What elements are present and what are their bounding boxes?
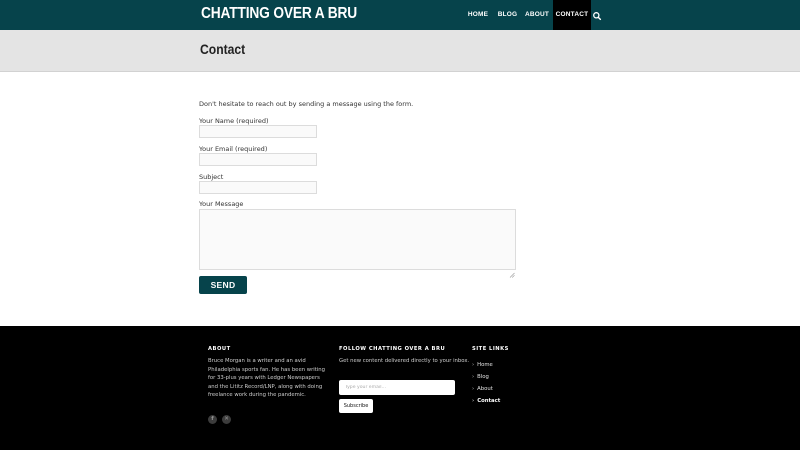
send-button[interactable]: SEND <box>199 276 247 294</box>
x-twitter-icon[interactable]: ✕ <box>222 415 231 424</box>
footer-link-blog[interactable]: › Blog <box>472 374 489 380</box>
email-field[interactable] <box>199 153 317 166</box>
footer-about-heading: ABOUT <box>208 346 231 352</box>
subject-field[interactable] <box>199 181 317 194</box>
footer-link-home[interactable]: › Home <box>472 362 493 368</box>
subscribe-button[interactable]: Subscribe <box>339 399 373 413</box>
chevron-right-icon: › <box>472 362 475 368</box>
message-field[interactable] <box>199 209 516 270</box>
subscribe-email-input[interactable] <box>339 380 455 395</box>
page-title-bar: Contact <box>0 30 800 72</box>
footer-follow-heading: FOLLOW CHATTING OVER A BRU <box>339 346 446 352</box>
footer-link-label: Contact <box>477 398 501 404</box>
nav-contact[interactable]: CONTACT <box>553 0 591 30</box>
facebook-glyph: f <box>211 416 214 422</box>
nav-about[interactable]: ABOUT <box>521 0 553 30</box>
facebook-icon[interactable]: f <box>208 415 217 424</box>
footer-links-heading: SITE LINKS <box>472 346 509 352</box>
footer-link-about[interactable]: › About <box>472 386 493 392</box>
x-twitter-glyph: ✕ <box>224 416 229 422</box>
chevron-right-icon: › <box>472 374 475 380</box>
footer-link-label: Blog <box>477 374 489 380</box>
footer-follow-text: Get new content delivered directly to yo… <box>339 358 470 364</box>
page-title: Contact <box>200 42 246 57</box>
subject-label: Subject <box>199 173 224 181</box>
name-label: Your Name (required) <box>199 117 269 125</box>
site-header: CHATTING OVER A BRU HOME BLOG ABOUT CONT… <box>0 0 800 30</box>
search-icon[interactable] <box>591 8 604 21</box>
site-footer: ABOUT Bruce Morgan is a writer and an av… <box>0 326 800 450</box>
email-label: Your Email (required) <box>199 145 268 153</box>
nav-blog[interactable]: BLOG <box>494 0 521 30</box>
message-label: Your Message <box>199 200 244 208</box>
chevron-right-icon: › <box>472 386 475 392</box>
form-intro: Don't hesitate to reach out by sending a… <box>199 100 414 108</box>
resize-handle-icon[interactable] <box>509 263 515 278</box>
name-field[interactable] <box>199 125 317 138</box>
footer-link-label: About <box>477 386 493 392</box>
nav-home[interactable]: HOME <box>462 0 494 30</box>
site-logo[interactable]: CHATTING OVER A BRU <box>201 3 357 25</box>
chevron-right-icon: › <box>472 398 475 404</box>
footer-link-contact[interactable]: › Contact <box>472 398 500 404</box>
footer-about-text: Bruce Morgan is a writer and an avid Phi… <box>208 358 325 399</box>
footer-link-label: Home <box>477 362 493 368</box>
